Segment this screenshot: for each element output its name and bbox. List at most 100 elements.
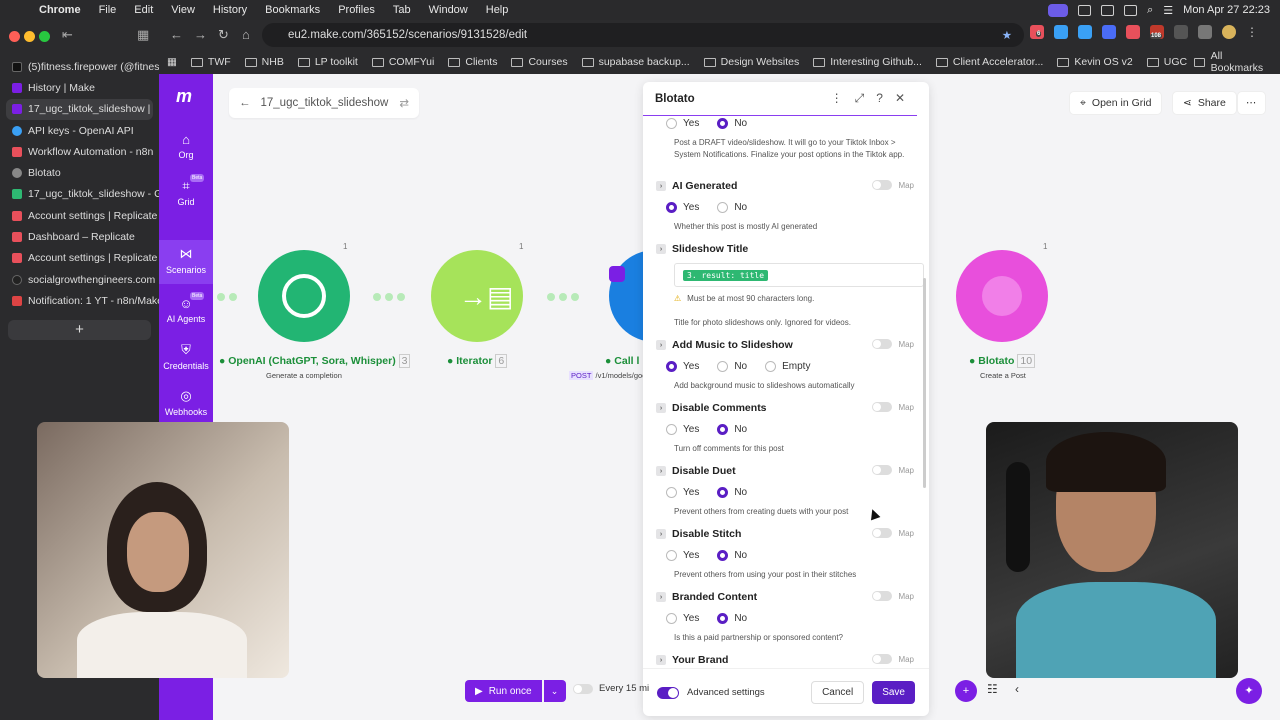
radio-no[interactable]: No <box>717 424 747 435</box>
more-options-button[interactable]: ⋯ <box>1237 91 1266 115</box>
bookmark-item[interactable]: Clients <box>441 56 504 68</box>
chevron-icon[interactable]: › <box>656 403 666 413</box>
hint-bulb-icon[interactable]: ✦ <box>1236 678 1262 704</box>
schedule-control[interactable]: Every 15 mi <box>573 683 649 694</box>
advanced-settings-toggle[interactable] <box>657 686 679 699</box>
profile-avatar[interactable] <box>1222 25 1236 39</box>
menu-file[interactable]: File <box>90 4 126 16</box>
node-blotato[interactable] <box>956 250 1048 342</box>
swap-icon[interactable]: ⇄ <box>399 96 409 110</box>
radio-yes[interactable]: Yes <box>666 202 699 213</box>
bookmark-item[interactable]: Client Accelerator... <box>929 56 1050 68</box>
settings-sliders-icon[interactable]: ☷ <box>987 682 998 696</box>
nav-org[interactable]: ⌂ Org <box>159 132 213 168</box>
chevron-icon[interactable]: › <box>656 244 666 254</box>
map-toggle[interactable] <box>872 528 893 538</box>
browser-tab[interactable]: 17_ugc_tiktok_slideshow - Go <box>0 184 159 205</box>
nav-webhooks[interactable]: ◎ Webhooks <box>159 388 213 424</box>
browser-tab[interactable]: Blotato <box>0 162 159 183</box>
bookmark-item[interactable]: COMFYui <box>365 56 442 68</box>
bookmark-item[interactable]: NHB <box>238 56 291 68</box>
zoom-window-button[interactable] <box>39 31 50 42</box>
minimize-window-button[interactable] <box>24 31 35 42</box>
close-icon[interactable]: ✕ <box>895 91 905 106</box>
bookmark-item[interactable]: Interesting Github... <box>806 56 929 68</box>
more-menu-icon[interactable]: ⋮ <box>1246 25 1260 39</box>
make-logo-icon[interactable]: m <box>176 86 192 107</box>
extensions-puzzle-icon[interactable] <box>1174 25 1188 39</box>
bookmark-item[interactable]: supabase backup... <box>575 56 697 68</box>
browser-tab[interactable]: Account settings | Replicate <box>0 248 159 269</box>
share-button[interactable]: ⋖ Share <box>1172 91 1237 115</box>
open-in-grid-button[interactable]: ⌖ Open in Grid <box>1069 91 1163 115</box>
panel-scrollbar[interactable] <box>923 278 926 488</box>
menu-history[interactable]: History <box>204 4 256 16</box>
radio-yes[interactable]: Yes <box>666 361 699 372</box>
browser-tab[interactable]: Dashboard – Replicate <box>0 226 159 247</box>
chevron-icon[interactable]: › <box>656 529 666 539</box>
radio-no[interactable]: No <box>717 487 747 498</box>
scenario-name-bar[interactable]: ← 17_ugc_tiktok_slideshow ⇄ <box>229 88 419 118</box>
battery-icon[interactable] <box>1124 4 1138 16</box>
bookmark-item[interactable]: UGC <box>1140 56 1194 68</box>
more-vertical-icon[interactable]: ⋮ <box>831 91 843 106</box>
chevron-icon[interactable]: › <box>656 466 666 476</box>
address-bar[interactable]: eu2.make.com/365152/scenarios/9131528/ed… <box>262 23 1024 47</box>
display-icon[interactable] <box>1078 4 1092 16</box>
bookmark-item[interactable]: Kevin OS v2 <box>1050 56 1139 68</box>
browser-tab[interactable]: (5)fitness.firepower (@fitness. <box>0 56 159 77</box>
all-bookmarks[interactable]: All Bookmarks <box>1194 50 1280 74</box>
browser-tab[interactable]: API keys - OpenAI API <box>0 120 159 141</box>
run-once-button[interactable]: ▶ Run once <box>465 680 542 702</box>
run-dropdown-button[interactable]: ⌄ <box>543 680 566 702</box>
menu-bookmarks[interactable]: Bookmarks <box>256 4 329 16</box>
menu-edit[interactable]: Edit <box>125 4 162 16</box>
bookmark-item[interactable]: Courses <box>504 56 574 68</box>
menu-tab[interactable]: Tab <box>384 4 420 16</box>
expand-icon[interactable]: ⤢ <box>855 91 865 106</box>
map-toggle[interactable] <box>872 654 893 664</box>
control-center-icon[interactable]: ☰ <box>1163 4 1173 17</box>
sidebar-toggle-icon[interactable]: ⇤ <box>62 27 73 43</box>
radio-no[interactable]: No <box>717 361 747 372</box>
menu-view[interactable]: View <box>162 4 204 16</box>
extension-icon[interactable] <box>1126 25 1140 39</box>
bookmark-apps-icon[interactable]: ▦ <box>160 56 184 68</box>
nav-scenarios[interactable]: ⋈ Scenarios <box>159 240 213 284</box>
extension-icon[interactable]: 6 <box>1030 25 1044 39</box>
save-button[interactable]: Save <box>872 681 915 704</box>
nav-ai-agents[interactable]: ☺ Beta AI Agents <box>159 292 213 332</box>
map-toggle[interactable] <box>872 465 893 475</box>
slideshow-title-input[interactable]: 3. result: title <box>674 263 924 287</box>
screen-record-icon[interactable] <box>1048 3 1069 17</box>
browser-tab-active[interactable]: 17_ugc_tiktok_slideshow |✕ <box>6 98 153 120</box>
mapped-value-chip[interactable]: 3. result: title <box>683 270 769 281</box>
back-icon[interactable]: ← <box>170 27 183 42</box>
radio-no[interactable]: No <box>717 550 747 561</box>
bookmark-item[interactable]: LP toolkit <box>291 56 365 68</box>
map-toggle[interactable] <box>872 339 893 349</box>
radio-yes[interactable]: Yes <box>666 550 699 561</box>
browser-tab[interactable]: Workflow Automation - n8n <box>0 141 159 162</box>
browser-tab[interactable]: socialgrowthengineers.com <box>0 269 159 290</box>
extension-icon[interactable] <box>1102 25 1116 39</box>
search-icon[interactable]: ⌕ <box>1147 4 1153 17</box>
browser-tab[interactable]: Notification: 1 YT - n8n/Make <box>0 290 159 311</box>
new-tab-button[interactable]: + <box>8 319 151 340</box>
close-window-button[interactable] <box>9 31 20 42</box>
clock[interactable]: Mon Apr 27 22:23 <box>1183 4 1270 16</box>
schedule-toggle[interactable] <box>573 683 593 694</box>
chevron-icon[interactable]: › <box>656 340 666 350</box>
forward-icon[interactable]: → <box>194 27 207 42</box>
chevron-icon[interactable]: › <box>656 655 666 665</box>
side-panel-icon[interactable] <box>1198 25 1212 39</box>
radio-yes[interactable]: Yes <box>666 424 699 435</box>
back-arrow-icon[interactable]: ← <box>239 97 251 109</box>
add-module-button[interactable]: + <box>955 680 977 702</box>
map-toggle[interactable] <box>872 402 893 412</box>
radio-no[interactable]: No <box>717 202 747 213</box>
extension-icon[interactable] <box>1054 25 1068 39</box>
bookmark-star-icon[interactable]: ★ <box>1002 28 1012 42</box>
home-icon[interactable]: ⌂ <box>242 27 250 42</box>
menu-window[interactable]: Window <box>420 4 477 16</box>
